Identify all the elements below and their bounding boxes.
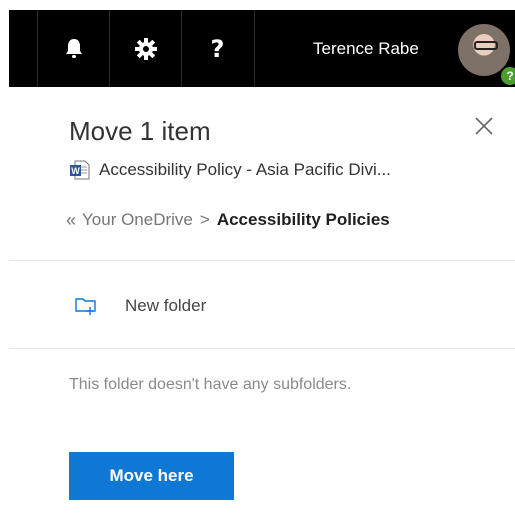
new-folder-icon (75, 298, 96, 315)
selected-file: W Accessibility Policy - Asia Pacific Di… (69, 158, 391, 182)
top-bar: ? Terence Rabe ? (9, 10, 515, 87)
close-icon[interactable] (471, 113, 497, 139)
dialog-title: Move 1 item (69, 116, 211, 146)
gear-icon (134, 37, 157, 60)
settings-button[interactable] (110, 10, 181, 87)
bell-icon (65, 38, 82, 58)
breadcrumb: « Your OneDrive > Accessibility Policies (66, 207, 390, 233)
toolbar-divider (254, 10, 255, 87)
new-folder-button[interactable]: New folder (74, 292, 206, 320)
empty-message: This folder doesn't have any subfolders. (69, 376, 352, 393)
notifications-button[interactable] (38, 10, 109, 87)
help-icon: ? (210, 34, 225, 63)
file-name: Accessibility Policy - Asia Pacific Divi… (99, 160, 391, 179)
breadcrumb-back-icon[interactable]: « (66, 210, 76, 231)
breadcrumb-current: Accessibility Policies (216, 210, 390, 229)
user-name[interactable]: Terence Rabe (313, 10, 419, 87)
avatar-glasses (474, 41, 498, 50)
presence-badge: ? (499, 65, 515, 87)
word-document-icon: W (70, 160, 90, 180)
divider (9, 348, 515, 349)
breadcrumb-separator: > (199, 210, 210, 229)
help-button[interactable]: ? (182, 10, 253, 87)
new-folder-label: New folder (125, 296, 207, 315)
divider (9, 260, 515, 261)
svg-text:W: W (71, 166, 80, 176)
move-here-button[interactable]: Move here (69, 452, 234, 500)
breadcrumb-root[interactable]: Your OneDrive (82, 210, 193, 230)
